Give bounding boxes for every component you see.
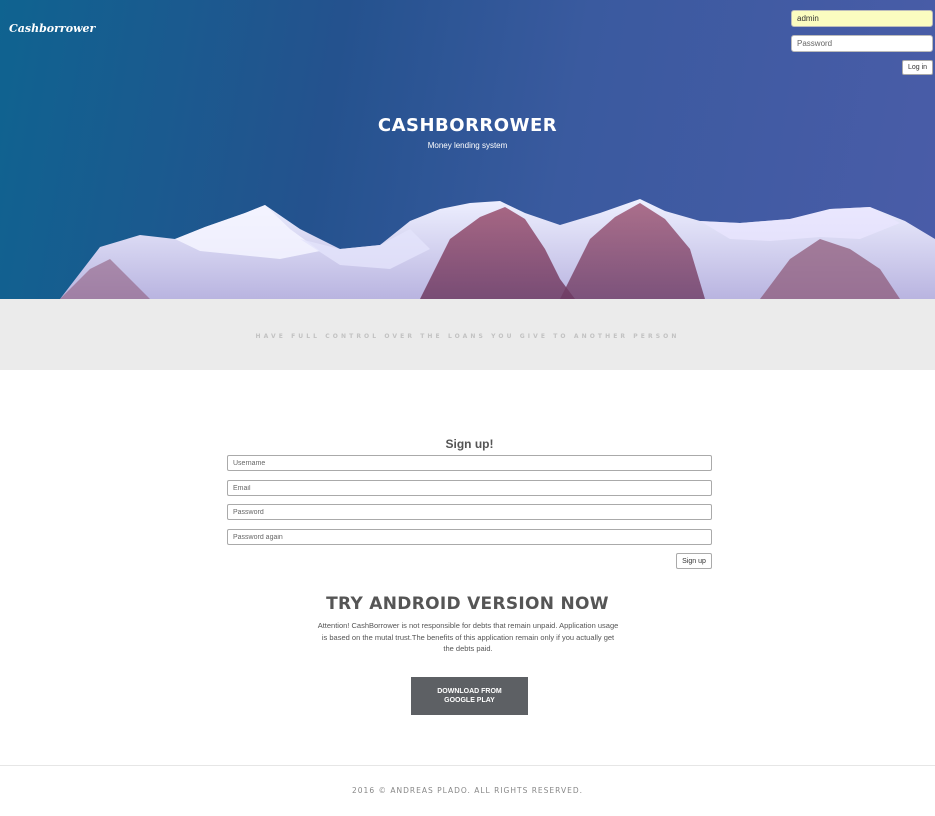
download-button-label: DOWNLOAD FROM GOOGLE PLAY [437, 688, 502, 704]
android-title: TRY ANDROID VERSION NOW [326, 594, 609, 614]
signup-email-input[interactable] [227, 480, 712, 496]
footer-divider [0, 765, 935, 766]
hero-title: CASHBORROWER [377, 115, 558, 136]
hero-subtitle: Money lending system [427, 141, 508, 150]
hero-banner: Cashborrower CASHBORROWER Money lending … [0, 0, 935, 299]
login-password-input[interactable] [791, 35, 933, 52]
attention-text: Attention! CashBorrower is not responsib… [317, 621, 619, 653]
login-button[interactable]: Log in [902, 60, 933, 75]
signup-password-again-input[interactable] [227, 529, 712, 545]
signup-button[interactable]: Sign up [676, 553, 712, 569]
tagline-text: HAVE FULL CONTROL OVER THE LOANS YOU GIV… [255, 333, 680, 340]
signup-title: Sign up! [445, 437, 494, 451]
login-username-input[interactable] [791, 10, 933, 27]
footer-copyright: 2016 © ANDREAS PLADO. ALL RIGHTS RESERVE… [352, 786, 583, 795]
download-google-play-button[interactable]: DOWNLOAD FROM GOOGLE PLAY [411, 677, 528, 715]
mountains-illustration [60, 199, 935, 299]
signup-password-input[interactable] [227, 504, 712, 520]
signup-username-input[interactable] [227, 455, 712, 471]
logo[interactable]: Cashborrower [9, 22, 95, 35]
